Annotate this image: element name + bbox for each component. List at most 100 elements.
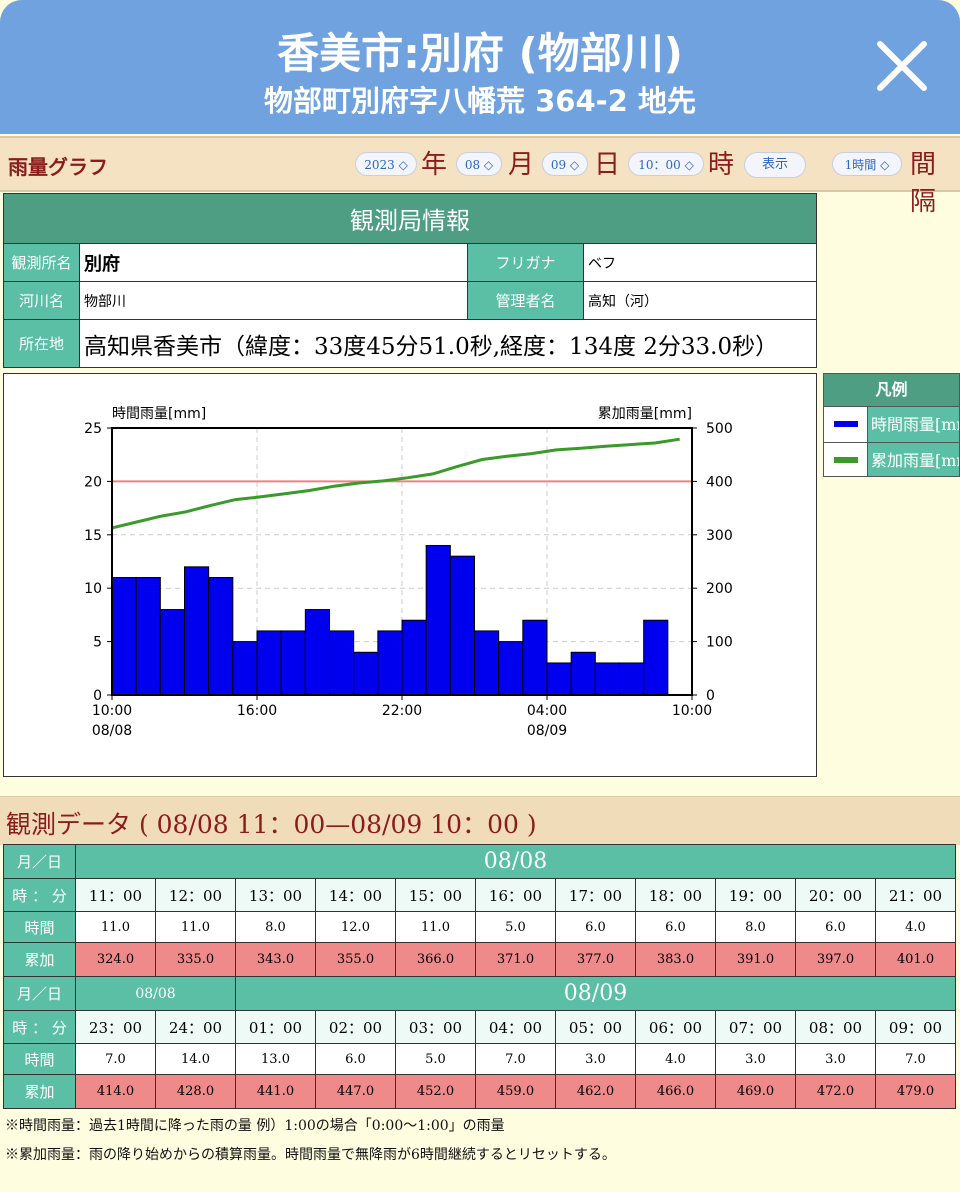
block2-hourly-row: 時間 7.0 14.0 13.0 6.0 5.0 7.0 3.0 4.0 3.0 3.0 7.0	[3, 1043, 956, 1075]
legend-swatch-cumulative	[834, 457, 858, 463]
hourly-bar	[498, 641, 524, 696]
year-unit: 年	[421, 150, 448, 180]
x-tick-label: 10:00	[672, 703, 712, 719]
time-cell: 18：00	[635, 878, 716, 912]
cumulative-label: 累加	[3, 1074, 76, 1109]
cumulative-cell: 472.0	[795, 1074, 876, 1109]
hourly-cell: 6.0	[795, 911, 876, 943]
note-cumulative: ※累加雨量：雨の降り始めからの積算雨量。時間雨量で無降雨が6時間継続するとリセッ…	[5, 1147, 616, 1163]
hourly-label: 時間	[3, 1043, 76, 1075]
hourly-cell: 4.0	[875, 911, 956, 943]
hourly-label: 時間	[3, 911, 76, 943]
hourly-bar	[546, 662, 572, 696]
cumulative-cell: 459.0	[475, 1074, 556, 1109]
manager-value: 高知（河）	[583, 281, 817, 320]
block2-times-row: 時 ： 分 23：00 24：00 01：00 02：00 03：00 04：00 05：0…	[3, 1010, 956, 1044]
hourly-bar	[159, 609, 185, 696]
block2-cumulative-row: 累加 414.0 428.0 441.0 447.0 452.0 459.0 462.0 46…	[3, 1074, 956, 1109]
hourly-bar	[570, 651, 596, 696]
hourly-bar	[232, 641, 258, 696]
close-icon[interactable]	[874, 38, 930, 94]
hourly-cell: 11.0	[155, 911, 236, 943]
cumulative-cell: 366.0	[395, 942, 476, 977]
hour-unit: 時	[708, 150, 735, 180]
cumulative-cell: 466.0	[635, 1074, 716, 1109]
cumulative-cell: 452.0	[395, 1074, 476, 1109]
legend-swatch-hourly	[834, 421, 858, 427]
hourly-bar	[449, 555, 476, 696]
hourly-bar	[401, 619, 427, 696]
cumulative-cell: 428.0	[155, 1074, 236, 1109]
day-unit: 日	[594, 150, 621, 180]
graph-title: 雨量グラフ	[8, 155, 108, 179]
left-tick-label: 10	[84, 581, 102, 597]
x-tick-label: 22:00	[382, 703, 422, 719]
hourly-bar	[256, 630, 282, 696]
cumulative-cell: 401.0	[875, 942, 956, 977]
station-address: 物部町別府字八幡荒 364-2 地先	[264, 84, 696, 118]
interval-select[interactable]: 1時間 ◇	[832, 152, 902, 176]
time-cell: 05：00	[555, 1010, 636, 1044]
hourly-cell: 13.0	[235, 1043, 316, 1075]
river-label: 河川名	[3, 281, 80, 320]
right-tick-label: 0	[706, 688, 715, 704]
station-info-table: 観測局情報 観測所名 別府 フリガナ ベフ 河川名 物部川 管理者名 高知（河）…	[3, 193, 817, 368]
month-select[interactable]: 08 ◇	[456, 152, 502, 176]
hourly-bar	[280, 630, 306, 696]
right-axis-label: 累加雨量[mm]	[598, 406, 692, 422]
cumulative-cell: 335.0	[155, 942, 236, 977]
x-tick-label: 16:00	[237, 703, 277, 719]
river-value: 物部川	[79, 281, 468, 320]
hour-select[interactable]: 10：00 ◇	[628, 152, 704, 176]
hourly-bar	[474, 630, 500, 696]
hourly-bar	[329, 630, 355, 696]
hourly-cell: 7.0	[475, 1043, 556, 1075]
hourly-cell: 12.0	[315, 911, 396, 943]
legend-item-cumulative: 累加雨量[mm]	[824, 442, 959, 476]
hourly-cell: 3.0	[715, 1043, 796, 1075]
hourly-cell: 7.0	[75, 1043, 156, 1075]
hourly-cell: 6.0	[315, 1043, 396, 1075]
block1-hourly-row: 時間 11.0 11.0 8.0 12.0 11.0 5.0 6.0 6.0 8.0 6.0 4.0	[3, 911, 956, 943]
cumulative-cell: 355.0	[315, 942, 396, 977]
cumulative-label: 累加	[3, 942, 76, 977]
station-info-heading: 観測局情報	[3, 193, 817, 244]
note-hourly: ※時間雨量：過去1時間に降った雨の量 例）1:00の場合「0:00～1:00」の…	[5, 1118, 505, 1134]
time-cell: 01：00	[235, 1010, 316, 1044]
left-tick-label: 0	[93, 688, 102, 704]
observation-title: 観測データ ( 08/08 11：00—08/09 10：00 )	[6, 810, 537, 839]
hourly-cell: 8.0	[715, 911, 796, 943]
time-cell: 20：00	[795, 878, 876, 912]
hourly-cell: 5.0	[475, 911, 556, 943]
hourly-cell: 11.0	[75, 911, 156, 943]
time-cell: 08：00	[795, 1010, 876, 1044]
kana-label: フリガナ	[467, 243, 584, 282]
date-label: 月／日	[3, 976, 76, 1011]
block1-cumulative-row: 累加 324.0 335.0 343.0 355.0 366.0 371.0 377.0 38…	[3, 942, 956, 977]
left-tick-label: 15	[84, 528, 102, 544]
day-select[interactable]: 09 ◇	[542, 152, 588, 176]
location-label: 所在地	[3, 319, 80, 368]
hourly-bar	[425, 544, 451, 696]
hourly-cell: 8.0	[235, 911, 316, 943]
hourly-cell: 4.0	[635, 1043, 716, 1075]
legend-item-hourly: 時間雨量[mm]	[824, 406, 959, 442]
cumulative-cell: 377.0	[555, 942, 636, 977]
date-label: 月／日	[3, 844, 76, 879]
station-title: 香美市:別府 (物部川)	[277, 29, 683, 78]
hourly-bar	[594, 662, 620, 696]
chart-legend: 凡例 時間雨量[mm] 累加雨量[mm]	[823, 373, 960, 477]
year-select[interactable]: 2023 ◇	[355, 152, 417, 176]
legend-label-hourly: 時間雨量[mm]	[868, 407, 959, 442]
cumulative-cell: 462.0	[555, 1074, 636, 1109]
hourly-cell: 5.0	[395, 1043, 476, 1075]
right-tick-label: 500	[706, 421, 733, 437]
cumulative-cell: 383.0	[635, 942, 716, 977]
block2-date-first: 08/08	[75, 976, 236, 1011]
time-cell: 02：00	[315, 1010, 396, 1044]
show-button[interactable]: 表示	[744, 152, 806, 178]
hourly-cell: 14.0	[155, 1043, 236, 1075]
x-tick-date: 08/09	[527, 723, 567, 739]
cumulative-line	[111, 437, 680, 530]
hourly-cell: 7.0	[875, 1043, 956, 1075]
